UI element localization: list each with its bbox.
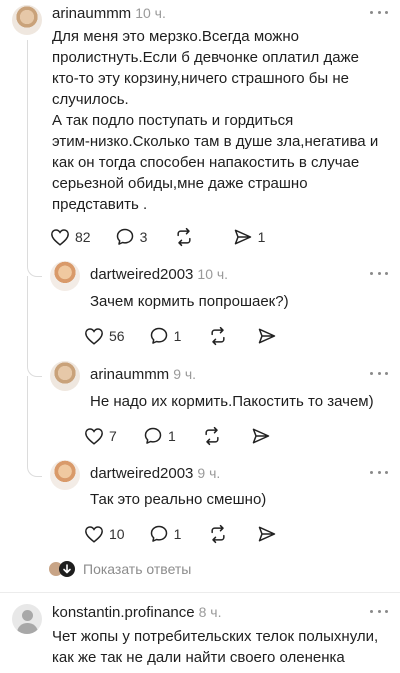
author-name[interactable]: konstantin.profinance	[52, 604, 195, 621]
reply-button[interactable]: 1	[149, 326, 184, 346]
more-dots-icon[interactable]	[370, 11, 388, 17]
comment-text: Чет жопы у потребительских телок полыхну…	[52, 626, 378, 668]
divider	[0, 592, 400, 593]
reply-button[interactable]: 3	[115, 227, 150, 247]
repost-button[interactable]	[202, 426, 227, 446]
comment-time: 8 ч.	[198, 604, 222, 620]
comment-line: Так это реально смешно)	[90, 491, 267, 508]
speech-bubble-icon	[150, 327, 167, 344]
repost-arrows-icon	[205, 426, 219, 446]
reply-count: 3	[139, 229, 148, 245]
comment-line: Чет жопы у потребительских телок полыхну…	[52, 628, 379, 645]
comment-actions: 7 1	[84, 425, 300, 447]
comment-actions: 56 1	[84, 325, 306, 347]
heart-icon	[85, 328, 103, 345]
author-name[interactable]: dartweired2003	[90, 465, 193, 482]
avatar[interactable]	[50, 261, 80, 291]
like-count: 56	[109, 328, 125, 344]
share-button[interactable]: 1	[233, 227, 268, 247]
more-dots-icon[interactable]	[370, 610, 388, 616]
comment-line: А так подло поступать и гордиться	[52, 112, 294, 129]
comment-line: пролистнуть.Если б девчонке оплатил даже	[52, 49, 359, 66]
share-button[interactable]	[251, 426, 276, 446]
comment-actions: 10 1	[84, 523, 306, 545]
share-button[interactable]	[257, 524, 282, 544]
heart-icon	[51, 229, 69, 246]
send-icon	[258, 328, 275, 344]
reply-button[interactable]: 1	[143, 426, 178, 446]
thread-line	[27, 376, 28, 462]
reply-button[interactable]: 1	[149, 524, 184, 544]
comment-line: кто-то эту корзину,ничего страшного бы н…	[52, 70, 349, 87]
author-name[interactable]: arinaummm	[52, 5, 131, 22]
thread-line	[27, 276, 28, 362]
comment-line: Для меня это мерзко.Всегда можно	[52, 28, 299, 45]
show-replies-label: Показать ответы	[83, 561, 192, 577]
avatar[interactable]	[50, 460, 80, 490]
reply-count: 1	[173, 328, 182, 344]
comment-actions: 82 3 1	[50, 226, 292, 248]
author-line: dartweired2003 10 ч.	[90, 266, 228, 283]
heart-icon	[85, 526, 103, 543]
repost-arrows-icon	[210, 326, 225, 346]
avatar[interactable]	[50, 361, 80, 391]
like-button[interactable]: 56	[84, 327, 125, 345]
speech-bubble-icon	[144, 427, 162, 444]
like-count: 10	[109, 526, 125, 542]
send-icon	[234, 229, 251, 245]
avatar[interactable]	[12, 5, 42, 35]
comment-line: как он тогда способен напакостить в случ…	[52, 154, 360, 171]
show-replies-button[interactable]: Показать ответы	[48, 560, 191, 578]
repost-arrows-icon	[210, 524, 225, 544]
more-dots-icon[interactable]	[370, 471, 388, 477]
repost-button[interactable]	[208, 326, 233, 346]
like-count: 82	[75, 229, 91, 245]
author-line: konstantin.profinance 8 ч.	[52, 604, 221, 621]
comment-line: случилось.	[52, 91, 129, 108]
more-dots-icon[interactable]	[370, 272, 388, 278]
comment-time: 10 ч.	[197, 266, 229, 282]
speech-bubble-icon	[116, 228, 133, 245]
comment-line: Зачем кормить попрошаек?)	[90, 293, 289, 310]
thread-connector	[27, 462, 42, 477]
like-button[interactable]: 82	[50, 228, 91, 246]
comment-text: Зачем кормить попрошаек?)	[90, 291, 289, 312]
author-line: arinaummm 10 ч.	[52, 5, 166, 22]
repost-arrows-icon	[176, 227, 191, 247]
repost-button[interactable]	[208, 524, 233, 544]
reply-count: 1	[168, 428, 176, 444]
comment-text: Так это реально смешно)	[90, 489, 266, 510]
author-name[interactable]: dartweired2003	[90, 266, 193, 283]
reply-count: 1	[173, 526, 182, 542]
comment-line: серьезной обиды,мне даже страшно	[52, 175, 308, 192]
comment-time: 10 ч.	[135, 5, 166, 21]
comment-text: Не надо их кормить.Пакостить то зачем)	[90, 391, 374, 412]
like-button[interactable]: 10	[84, 525, 125, 543]
send-icon	[258, 526, 275, 542]
heart-icon	[85, 428, 103, 445]
avatar[interactable]	[12, 604, 42, 634]
thread-connector	[27, 362, 42, 377]
share-count: 1	[257, 229, 266, 245]
send-icon	[252, 428, 270, 444]
author-name[interactable]: arinaummm	[90, 366, 169, 383]
repost-button[interactable]	[174, 227, 209, 247]
arrow-down-icon	[59, 561, 75, 577]
comment-line: как же так не дали найти своего олененка	[52, 649, 345, 666]
like-button[interactable]: 7	[84, 427, 119, 445]
comment-text: Для меня это мерзко.Всегда можно пролист…	[52, 26, 378, 215]
comment-line: Не надо их кормить.Пакостить то зачем)	[90, 393, 374, 410]
comment-line: представить .	[52, 196, 148, 213]
author-line: arinaummm 9 ч.	[90, 366, 196, 383]
comment-time: 9 ч.	[173, 366, 197, 382]
thread-connector	[27, 262, 42, 277]
comment-time: 9 ч.	[197, 465, 221, 481]
thread-line	[27, 40, 28, 262]
comment-line: этим-низко.Сколько там в душе зла,негати…	[52, 133, 379, 150]
speech-bubble-icon	[150, 525, 167, 542]
share-button[interactable]	[257, 326, 282, 346]
like-count: 7	[109, 428, 117, 444]
author-line: dartweired2003 9 ч.	[90, 465, 220, 482]
more-dots-icon[interactable]	[370, 372, 388, 378]
